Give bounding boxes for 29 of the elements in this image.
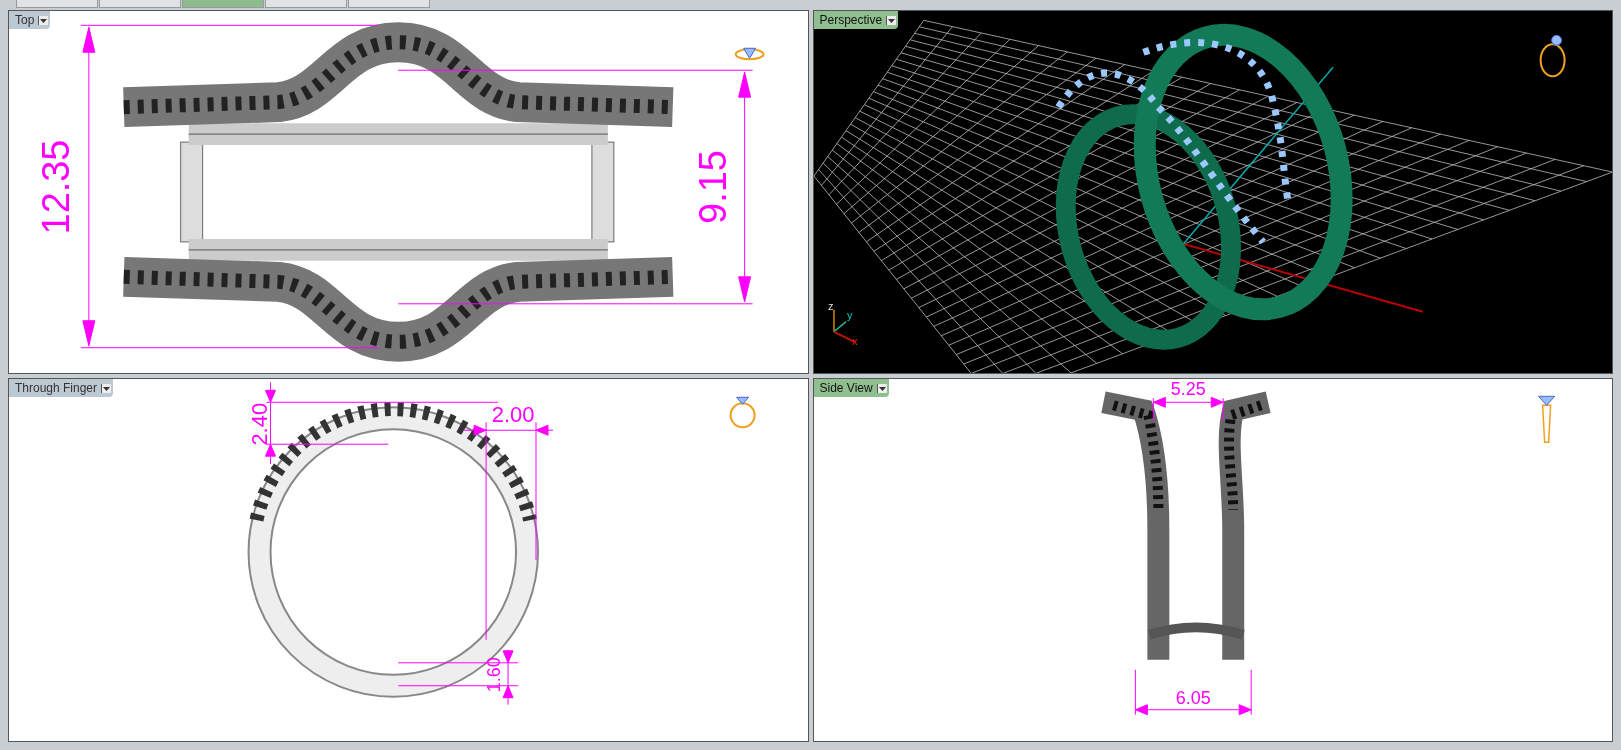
caret-icon[interactable] [876,383,887,393]
axis-label: z [827,299,833,312]
view-tab[interactable] [99,0,181,8]
view-tab[interactable] [182,0,264,8]
ring-icon [734,47,765,61]
ring-icon [729,396,756,429]
dimension-label: 2.40 [246,402,272,446]
ring-icon [1539,34,1566,78]
dimension-label: 2.00 [491,402,535,428]
dimension-label: 6.05 [1175,687,1211,708]
viewport-label[interactable]: Perspective [813,11,899,29]
dimension-line [1152,396,1224,421]
view-tab[interactable] [16,0,98,8]
dimension-label: 5.25 [1170,379,1206,400]
dimension-label: 12.35 [34,139,77,235]
caret-icon[interactable] [101,383,112,393]
caret-icon[interactable] [38,15,49,25]
viewport-label[interactable]: Through Finger [9,379,114,397]
axis-label: x [851,334,857,347]
view-tab[interactable] [348,0,430,8]
viewport-label[interactable]: Side View [813,379,889,397]
axes-icon [832,309,855,343]
view-tab[interactable] [265,0,347,8]
axis-label: y [846,308,852,321]
viewport-label[interactable]: Top [9,11,51,29]
caret-icon[interactable] [886,15,897,25]
dimension-label: 9.15 [691,150,734,224]
dimension-label: 1.60 [484,657,505,693]
ring-icon [1537,395,1555,443]
